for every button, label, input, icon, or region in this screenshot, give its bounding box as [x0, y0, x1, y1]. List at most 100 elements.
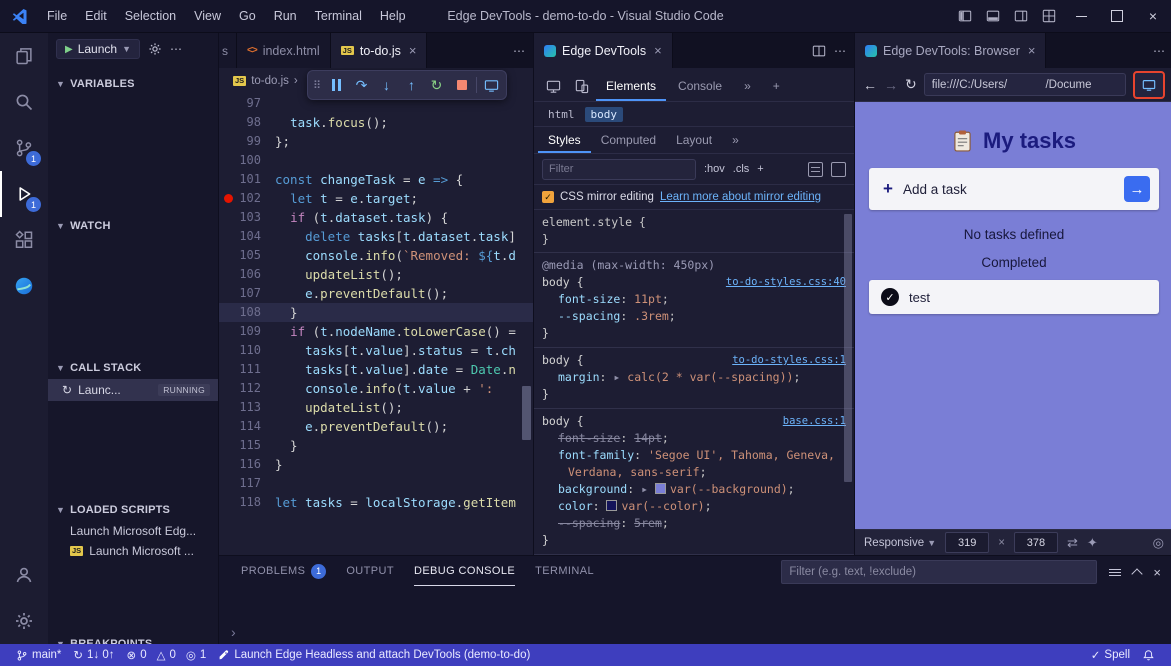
stop-button[interactable]: [449, 73, 474, 97]
line-number[interactable]: 97: [219, 94, 275, 113]
minimize-button[interactable]: [1063, 0, 1099, 32]
problems-indicator[interactable]: ⊗0 △0 ◎1: [121, 644, 213, 666]
styles-scrollbar[interactable]: [844, 214, 852, 482]
crumb-html[interactable]: html: [542, 107, 581, 122]
css-mirror-learn-link[interactable]: Learn more about mirror editing: [660, 191, 821, 203]
tab-debug-console[interactable]: DEBUG CONSOLE: [414, 556, 515, 586]
maximize-button[interactable]: [1099, 0, 1135, 32]
more-tabs-icon[interactable]: »: [734, 72, 761, 101]
menu-edit[interactable]: Edit: [76, 0, 116, 32]
tab-layout[interactable]: Layout: [666, 128, 722, 153]
add-tab-icon[interactable]: +: [763, 72, 790, 101]
watch-section-header[interactable]: ▼WATCH: [48, 215, 218, 237]
css-property[interactable]: background: ▸ var(--background);: [542, 481, 846, 498]
css-property[interactable]: font-family: 'Segoe UI', Tahoma, Geneva,…: [542, 447, 846, 481]
toggle-sidebar-icon[interactable]: [951, 0, 979, 32]
line-number[interactable]: 108: [219, 303, 275, 322]
toggle-hover-state-button[interactable]: :hov: [704, 163, 725, 175]
tab-index-html[interactable]: <> index.html: [237, 33, 331, 68]
css-property[interactable]: color: var(--color);: [542, 498, 846, 515]
stylesheet-link[interactable]: to-do-styles.css:1: [732, 352, 846, 369]
line-number[interactable]: 113: [219, 398, 275, 417]
breakpoints-section-header[interactable]: ▼BREAKPOINTS: [48, 633, 218, 644]
run-debug-icon[interactable]: 1: [0, 171, 48, 217]
inspect-target-icon[interactable]: ◎: [1153, 535, 1164, 551]
color-swatch[interactable]: [655, 483, 666, 494]
color-format-icon[interactable]: [831, 162, 846, 177]
expand-arrow-icon[interactable]: ▸: [613, 370, 627, 384]
toggle-panel-icon[interactable]: [979, 0, 1007, 32]
pause-button[interactable]: [324, 73, 349, 97]
line-number[interactable]: 116: [219, 455, 275, 474]
line-number[interactable]: 106: [219, 265, 275, 284]
spell-checker-indicator[interactable]: ✓ Spell: [1085, 644, 1136, 666]
loaded-script-row[interactable]: Launch Microsoft Edg...: [48, 521, 218, 541]
tab-terminal[interactable]: TERMINAL: [535, 556, 594, 586]
color-swatch[interactable]: [606, 500, 617, 511]
step-over-button[interactable]: ↷: [349, 73, 374, 97]
task-row[interactable]: ✓ test: [869, 280, 1159, 314]
restart-button[interactable]: ↻: [424, 73, 449, 97]
source-control-icon[interactable]: 1: [0, 125, 48, 171]
css-property[interactable]: --spacing: .3rem;: [542, 308, 846, 325]
line-number[interactable]: 117: [219, 474, 275, 493]
expand-arrow-icon[interactable]: ▸: [641, 482, 655, 496]
css-selector[interactable]: body {: [542, 275, 584, 289]
rotate-viewport-icon[interactable]: ⇄: [1067, 535, 1078, 551]
line-number[interactable]: 109: [219, 322, 275, 341]
css-property[interactable]: --spacing: 5rem;: [542, 515, 846, 532]
split-editor-icon[interactable]: [812, 44, 826, 58]
editor-code[interactable]: 9798 task.focus();99};100101const change…: [219, 94, 533, 555]
close-panel-icon[interactable]: ×: [1153, 565, 1161, 580]
css-mirror-checkbox[interactable]: ✓: [542, 191, 554, 203]
settings-gear-icon[interactable]: [0, 598, 48, 644]
screencast-button[interactable]: [479, 73, 504, 97]
tab-computed[interactable]: Computed: [591, 128, 666, 153]
step-into-button[interactable]: ↓: [374, 73, 399, 97]
stylesheet-link[interactable]: base.css:1: [783, 413, 846, 430]
more-subtabs-icon[interactable]: »: [722, 128, 749, 153]
styles-filter-input[interactable]: [542, 159, 696, 180]
line-number[interactable]: 105: [219, 246, 275, 265]
task-done-icon[interactable]: ✓: [881, 288, 899, 306]
line-number[interactable]: 99: [219, 132, 275, 151]
maximize-panel-icon[interactable]: [1132, 568, 1143, 579]
menu-file[interactable]: File: [38, 0, 76, 32]
callstack-section-header[interactable]: ▼CALL STACK: [48, 357, 218, 379]
console-options-icon[interactable]: [1109, 569, 1121, 576]
callstack-session-row[interactable]: ↻ Launc... RUNNING: [48, 379, 218, 401]
debug-gear-icon[interactable]: [148, 42, 162, 56]
search-icon[interactable]: [0, 79, 48, 125]
extensions-icon[interactable]: [0, 217, 48, 263]
device-height-input[interactable]: [1014, 532, 1058, 553]
breakpoint-dot[interactable]: [224, 194, 233, 203]
element-style-block[interactable]: element.style { }: [534, 210, 854, 253]
branch-indicator[interactable]: main*: [10, 644, 67, 666]
device-emulation-icon[interactable]: [568, 71, 594, 101]
menu-selection[interactable]: Selection: [116, 0, 185, 32]
add-task-card[interactable]: + Add a task →: [869, 168, 1159, 210]
line-number[interactable]: 98: [219, 113, 275, 132]
tab-to-do-js[interactable]: JS to-do.js ×: [331, 33, 428, 68]
account-icon[interactable]: [0, 552, 48, 598]
toolbar-grip-icon[interactable]: ⠿: [310, 73, 324, 97]
tab-console[interactable]: Console: [668, 72, 732, 101]
tab-partial[interactable]: s: [219, 33, 237, 68]
editor-more-actions-icon[interactable]: ⋯: [513, 44, 525, 58]
inspect-tool-icon[interactable]: [540, 71, 566, 101]
line-number[interactable]: 107: [219, 284, 275, 303]
notifications-bell-icon[interactable]: [1136, 644, 1161, 666]
tab-styles[interactable]: Styles: [538, 128, 591, 153]
stylesheet-link[interactable]: to-do-styles.css:40: [726, 274, 846, 291]
menu-help[interactable]: Help: [371, 0, 415, 32]
close-tab-icon[interactable]: ×: [654, 43, 662, 58]
loaded-scripts-section-header[interactable]: ▼LOADED SCRIPTS: [48, 499, 218, 521]
device-mode-dropdown[interactable]: Responsive ▼: [864, 537, 936, 549]
submit-task-button[interactable]: →: [1124, 176, 1150, 202]
console-prompt-icon[interactable]: ›: [231, 624, 236, 640]
css-property[interactable]: font-size: 14pt;: [542, 430, 846, 447]
close-button[interactable]: ×: [1135, 0, 1171, 32]
css-property[interactable]: margin: ▸ calc(2 * var(--spacing));: [542, 369, 846, 386]
editor-more-actions-icon[interactable]: ⋯: [1153, 44, 1165, 58]
styles-pane[interactable]: element.style { } @media (max-width: 450…: [534, 210, 854, 555]
